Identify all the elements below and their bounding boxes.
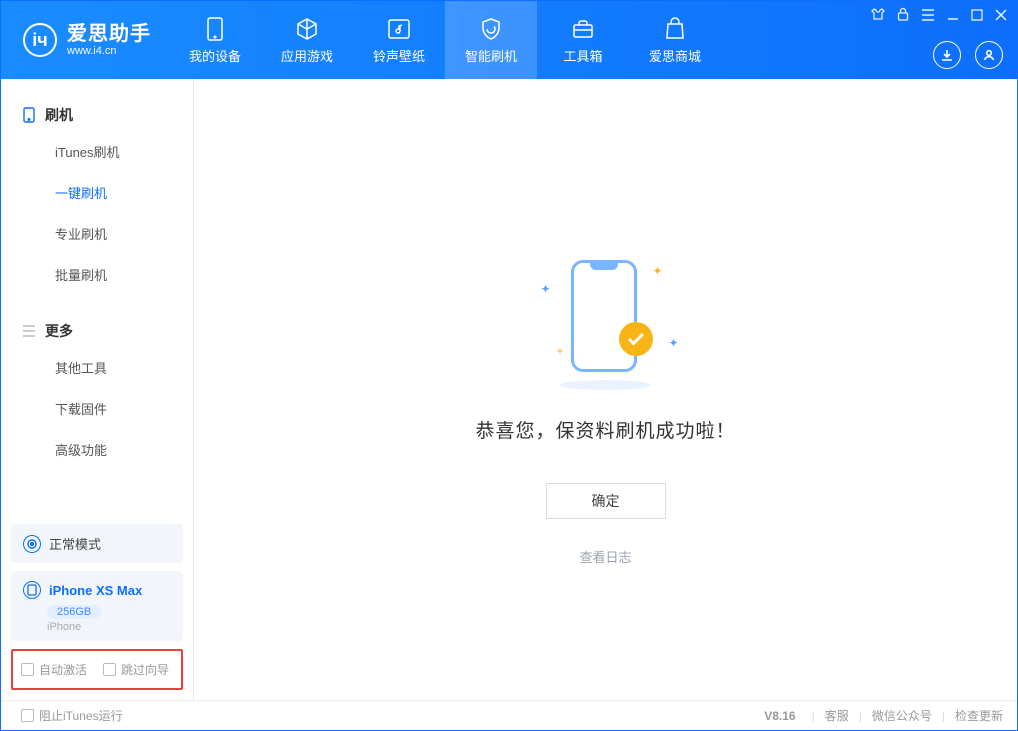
download-button[interactable] — [933, 41, 961, 69]
sidebar-item-pro-flash[interactable]: 专业刷机 — [1, 213, 193, 254]
nav-ringtones[interactable]: 铃声壁纸 — [353, 1, 445, 79]
sidebar-item-oneclick-flash[interactable]: 一键刷机 — [1, 172, 193, 213]
footer-link-update[interactable]: 检查更新 — [955, 707, 1003, 724]
success-illustration: ✦ ✦ ✦ + — [531, 254, 681, 394]
phone-outline-icon — [571, 260, 637, 372]
footer-link-wechat[interactable]: 微信公众号 — [872, 707, 932, 724]
device-icon — [21, 107, 37, 123]
minimize-icon[interactable] — [947, 8, 959, 26]
footer-link-support[interactable]: 客服 — [825, 707, 849, 724]
device-type: iPhone — [47, 621, 171, 633]
bag-icon — [662, 16, 688, 42]
nav-label: 我的设备 — [189, 46, 241, 65]
lock-icon[interactable] — [897, 7, 909, 26]
brand: iч 爱思助手 www.i4.cn — [1, 1, 169, 79]
header-actions — [933, 41, 1003, 69]
device-name: iPhone XS Max — [49, 583, 142, 598]
sidebar-group-title: 刷机 — [45, 105, 73, 125]
close-icon[interactable] — [995, 8, 1007, 26]
brand-subtitle: www.i4.cn — [67, 45, 151, 57]
sidebar-group-more: 更多 — [1, 315, 193, 347]
toolbox-icon — [570, 16, 596, 42]
sidebar-item-advanced[interactable]: 高级功能 — [1, 429, 193, 470]
main-content: ✦ ✦ ✦ + 恭喜您，保资料刷机成功啦！ 确定 查看日志 — [194, 79, 1017, 700]
nav-label: 爱思商城 — [649, 46, 701, 65]
sidebar-group-title: 更多 — [45, 321, 73, 341]
cube-icon — [294, 16, 320, 42]
app-header: iч 爱思助手 www.i4.cn 我的设备 应用游戏 铃声壁纸 智能刷机 工具… — [1, 1, 1017, 79]
sidebar-group-flash: 刷机 — [1, 99, 193, 131]
list-icon — [21, 323, 37, 339]
nav-apps[interactable]: 应用游戏 — [261, 1, 353, 79]
mode-label: 正常模式 — [49, 534, 101, 553]
nav-label: 工具箱 — [563, 46, 602, 65]
tshirt-icon[interactable] — [871, 7, 885, 26]
device-card[interactable]: iPhone XS Max 256GB iPhone — [11, 571, 183, 641]
brand-logo-icon: iч — [23, 23, 57, 57]
sparkle-icon: ✦ — [668, 336, 678, 350]
sidebar-item-batch-flash[interactable]: 批量刷机 — [1, 254, 193, 295]
sparkle-icon: ✦ — [541, 282, 551, 296]
window-controls — [871, 7, 1007, 26]
checkbox-skip-guide[interactable]: 跳过向导 — [103, 661, 169, 678]
view-log-link[interactable]: 查看日志 — [579, 547, 631, 566]
checkbox-block-itunes[interactable]: 阻止iTunes运行 — [21, 707, 123, 724]
version-label: V8.16 — [764, 709, 795, 723]
phone-icon — [202, 16, 228, 42]
sparkle-icon: + — [557, 344, 564, 358]
mode-icon — [23, 535, 41, 553]
main-nav: 我的设备 应用游戏 铃声壁纸 智能刷机 工具箱 爱思商城 — [169, 1, 721, 79]
nav-store[interactable]: 爱思商城 — [629, 1, 721, 79]
menu-icon[interactable] — [921, 8, 935, 26]
nav-toolbox[interactable]: 工具箱 — [537, 1, 629, 79]
sparkle-icon: ✦ — [652, 264, 662, 278]
nav-label: 铃声壁纸 — [373, 46, 425, 65]
shield-refresh-icon — [478, 16, 504, 42]
device-storage: 256GB — [47, 605, 101, 619]
nav-my-device[interactable]: 我的设备 — [169, 1, 261, 79]
ok-button[interactable]: 确定 — [546, 483, 666, 519]
sidebar-item-download-fw[interactable]: 下载固件 — [1, 388, 193, 429]
device-phone-icon — [23, 581, 41, 599]
checkbox-auto-activate[interactable]: 自动激活 — [21, 661, 87, 678]
maximize-icon[interactable] — [971, 8, 983, 26]
sidebar-item-itunes-flash[interactable]: iTunes刷机 — [1, 131, 193, 172]
nav-flash[interactable]: 智能刷机 — [445, 1, 537, 79]
brand-text: 爱思助手 www.i4.cn — [67, 23, 151, 57]
sidebar: 刷机 iTunes刷机 一键刷机 专业刷机 批量刷机 更多 其他工具 下载固件 … — [1, 79, 194, 700]
status-bar: 阻止iTunes运行 V8.16 | 客服 | 微信公众号 | 检查更新 — [1, 700, 1017, 730]
options-box: 自动激活 跳过向导 — [11, 649, 183, 690]
mode-card[interactable]: 正常模式 — [11, 524, 183, 563]
check-badge-icon — [619, 322, 653, 356]
user-button[interactable] — [975, 41, 1003, 69]
music-folder-icon — [386, 16, 412, 42]
sidebar-item-other-tools[interactable]: 其他工具 — [1, 347, 193, 388]
brand-title: 爱思助手 — [67, 23, 151, 45]
nav-label: 智能刷机 — [465, 46, 517, 65]
nav-label: 应用游戏 — [281, 46, 333, 65]
success-message: 恭喜您，保资料刷机成功啦！ — [475, 416, 735, 443]
